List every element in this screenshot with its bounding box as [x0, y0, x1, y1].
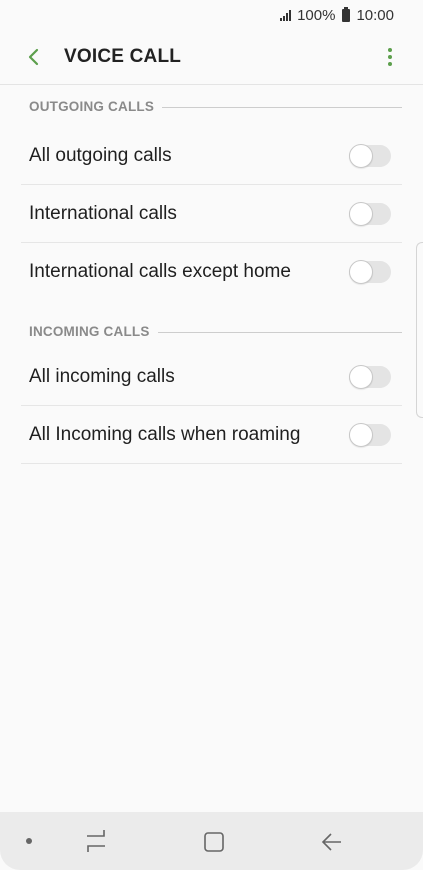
- setting-label: All Incoming calls when roaming: [29, 423, 301, 445]
- dot-icon: [26, 838, 32, 844]
- section-header-incoming: INCOMING CALLS: [21, 314, 402, 348]
- setting-label: International calls except home: [29, 260, 291, 282]
- section-title: OUTGOING CALLS: [29, 98, 155, 114]
- divider: [162, 106, 402, 108]
- chevron-left-icon: [28, 48, 39, 66]
- back-button[interactable]: [20, 43, 48, 71]
- clock: 10:00: [356, 6, 394, 24]
- setting-row-international[interactable]: International calls: [21, 185, 402, 243]
- signal-icon: [280, 9, 292, 21]
- home-icon[interactable]: [203, 831, 225, 853]
- back-arrow-icon[interactable]: [320, 830, 344, 854]
- more-options-button[interactable]: [384, 45, 396, 69]
- battery-icon: [342, 6, 351, 22]
- settings-list: OUTGOING CALLS All outgoing calls Intern…: [21, 85, 402, 464]
- setting-label: All outgoing calls: [29, 144, 172, 166]
- app-bar: VOICE CALL: [0, 30, 423, 85]
- switch-international-except-home[interactable]: [349, 259, 391, 284]
- divider: [157, 331, 402, 333]
- setting-row-incoming-roaming[interactable]: All Incoming calls when roaming: [21, 406, 402, 464]
- switch-incoming-roaming[interactable]: [349, 422, 391, 447]
- battery-percent: 100%: [297, 6, 336, 24]
- recent-apps-icon[interactable]: [84, 828, 108, 854]
- setting-label: International calls: [29, 202, 177, 224]
- edge-panel-handle[interactable]: [416, 242, 423, 418]
- setting-row-all-incoming[interactable]: All incoming calls: [21, 348, 402, 406]
- switch-international[interactable]: [349, 201, 391, 226]
- more-vertical-icon: [388, 48, 392, 52]
- switch-all-outgoing[interactable]: [349, 143, 391, 168]
- navigation-bar: [0, 812, 423, 870]
- section-header-outgoing: OUTGOING CALLS: [21, 85, 402, 127]
- page-title: VOICE CALL: [64, 46, 182, 67]
- section-title: INCOMING CALLS: [29, 323, 150, 339]
- setting-label: All incoming calls: [29, 365, 175, 387]
- status-bar: 100% 10:00: [0, 0, 423, 30]
- setting-row-international-except-home[interactable]: International calls except home: [21, 243, 402, 300]
- setting-row-all-outgoing[interactable]: All outgoing calls: [21, 127, 402, 185]
- switch-all-incoming[interactable]: [349, 364, 391, 389]
